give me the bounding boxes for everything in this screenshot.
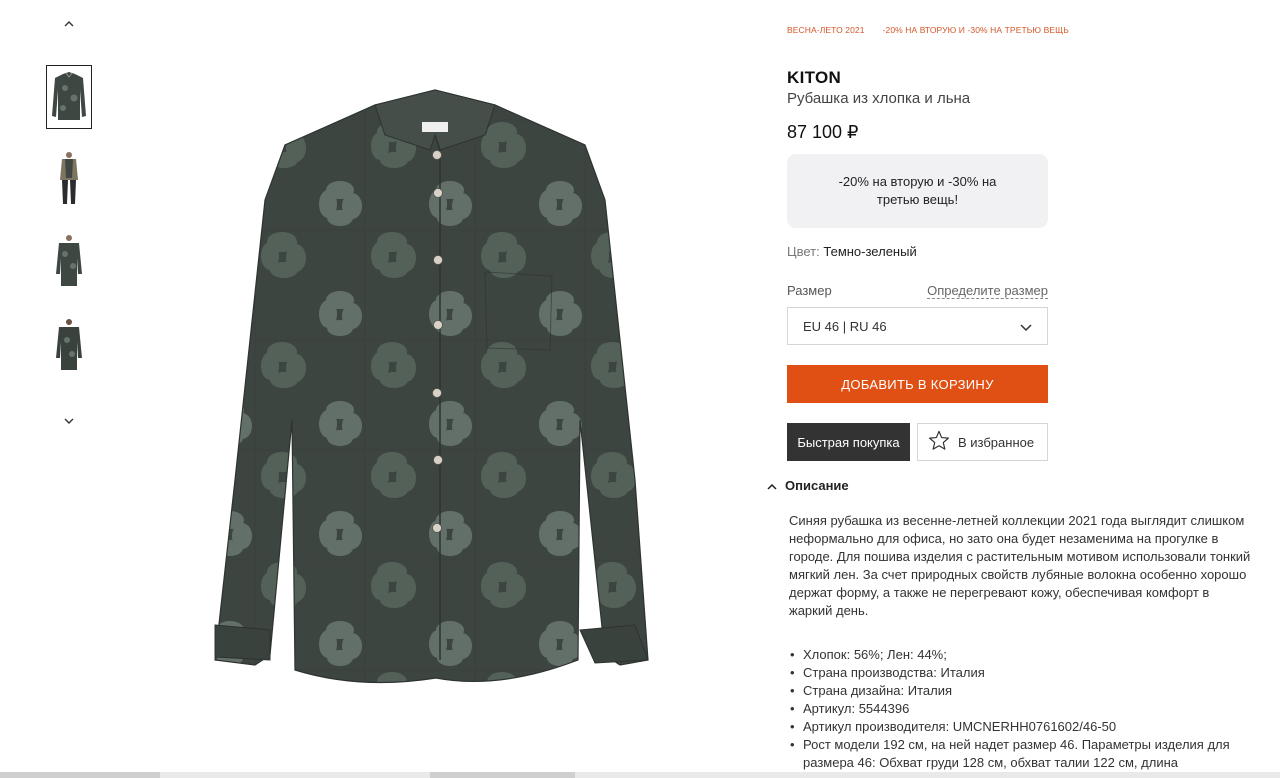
color-label: Цвет:: [787, 244, 820, 259]
model-full-body-image: [60, 152, 78, 204]
color-info: Цвет: Темно-зеленый: [787, 244, 917, 259]
brand-name[interactable]: KITON: [787, 68, 841, 88]
model-front-image: [56, 235, 82, 286]
thumbnail-model-back[interactable]: [47, 316, 91, 378]
description-text: Синяя рубашка из весенне-летней коллекци…: [789, 513, 1251, 618]
scrollbar-segment: [430, 772, 575, 778]
tag-season[interactable]: ВЕСНА-ЛЕТО 2021: [787, 25, 865, 35]
thumbnail-gallery: [40, 0, 98, 440]
add-to-favorites-button[interactable]: В избранное: [917, 423, 1048, 461]
spec-item: Артикул производителя: UMCNERHH0761602/4…: [790, 718, 1251, 736]
star-icon: [928, 430, 950, 454]
product-price: 87 100 ₽: [787, 122, 859, 142]
color-value: Темно-зеленый: [823, 244, 917, 259]
chevron-up-icon: [767, 478, 777, 493]
promo-text: -20% на вторую и -30% на третью вещь!: [838, 174, 997, 207]
spec-item: Хлопок: 56%; Лен: 44%;: [790, 646, 1251, 664]
promo-banner: -20% на вторую и -30% на третью вещь!: [787, 154, 1048, 228]
spec-item: Страна дизайна: Италия: [790, 682, 1251, 700]
chevron-down-icon[interactable]: [60, 412, 78, 430]
thumbnail-model-front[interactable]: [47, 232, 91, 294]
favorite-label: В избранное: [958, 434, 1035, 450]
shirt-thumbnail-image: [52, 72, 86, 120]
tag-promo[interactable]: -20% НА ВТОРУЮ И -30% НА ТРЕТЬЮ ВЕЩЬ: [883, 25, 1069, 35]
add-to-cart-button[interactable]: ДОБАВИТЬ В КОРЗИНУ: [787, 365, 1048, 403]
spec-item: Артикул: 5544396: [790, 700, 1251, 718]
thumbnail-shirt-front[interactable]: [46, 65, 92, 129]
spec-item: Страна производства: Италия: [790, 664, 1251, 682]
spec-item: Рост модели 192 см, на ней надет размер …: [790, 736, 1251, 772]
thumbnail-model-full-body[interactable]: [47, 148, 91, 210]
chevron-up-icon[interactable]: [60, 15, 78, 33]
description-title: Описание: [785, 478, 849, 493]
model-back-image: [56, 319, 82, 370]
chevron-down-icon: [1020, 319, 1032, 334]
description-toggle[interactable]: Описание: [767, 478, 849, 493]
size-selected-value: EU 46 | RU 46: [803, 318, 887, 334]
product-tags: ВЕСНА-ЛЕТО 2021 -20% НА ВТОРУЮ И -30% НА…: [787, 25, 1069, 35]
shirt-image: [214, 89, 649, 684]
product-name: Рубашка из хлопка и льна: [787, 90, 971, 107]
size-select[interactable]: EU 46 | RU 46: [787, 307, 1048, 345]
main-product-image[interactable]: [200, 60, 670, 700]
size-row: Размер Определите размер: [787, 283, 1048, 299]
quick-buy-button[interactable]: Быстрая покупка: [787, 423, 910, 461]
spec-list: Хлопок: 56%; Лен: 44%; Страна производст…: [790, 646, 1251, 772]
size-guide-link[interactable]: Определите размер: [927, 283, 1048, 299]
horizontal-scrollbar[interactable]: [0, 772, 1280, 778]
scrollbar-thumb[interactable]: [0, 772, 160, 778]
size-label: Размер: [787, 283, 832, 298]
